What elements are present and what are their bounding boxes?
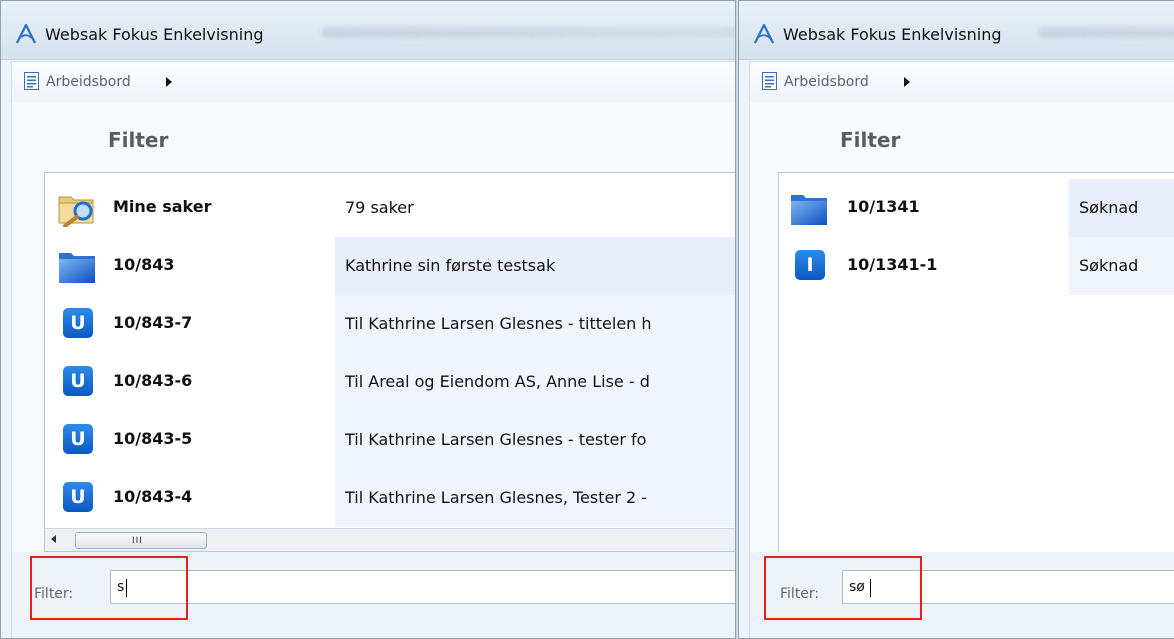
list-item-mine-saker[interactable]: Mine saker 79 saker bbox=[45, 179, 735, 237]
horizontal-scrollbar[interactable]: III bbox=[45, 528, 735, 551]
item-description: Søknad bbox=[1069, 179, 1174, 237]
breadcrumb-arbeidsbord[interactable]: Arbeidsbord bbox=[784, 74, 869, 90]
blue-folder-icon bbox=[59, 253, 95, 283]
results-list: Mine saker 79 saker 10/843 Kathrine sin … bbox=[44, 172, 735, 552]
item-description: Til Areal og Eiendom AS, Anne Lise - d bbox=[335, 353, 735, 411]
item-number: 10/1341 bbox=[847, 197, 920, 216]
scrollbar-thumb[interactable]: III bbox=[75, 532, 207, 549]
breadcrumb: Arbeidsbord bbox=[749, 61, 1174, 103]
item-description: 79 saker bbox=[345, 198, 414, 217]
item-description: Søknad bbox=[1069, 237, 1174, 295]
list-item-10-843-6[interactable]: U 10/843-6 Til Areal og Eiendom AS, Anne… bbox=[45, 353, 735, 411]
window-title: Websak Fokus Enkelvisning bbox=[783, 25, 1002, 44]
filter-input[interactable] bbox=[110, 570, 735, 604]
item-number: 10/843-5 bbox=[113, 429, 193, 448]
breadcrumb-arrow-icon[interactable] bbox=[904, 77, 910, 87]
websak-logo-icon bbox=[16, 23, 36, 44]
item-description: Til Kathrine Larsen Glesnes, Tester 2 - bbox=[335, 469, 735, 527]
breadcrumb: Arbeidsbord bbox=[11, 61, 735, 103]
section-title: Filter bbox=[840, 128, 901, 152]
background-blur bbox=[1039, 27, 1174, 38]
item-number: 10/843-6 bbox=[113, 371, 193, 390]
item-description: Kathrine sin første testsak bbox=[335, 237, 735, 295]
highlight-box bbox=[764, 556, 922, 620]
search-folder-icon bbox=[58, 196, 94, 227]
title-bar: Websak Fokus Enkelvisning bbox=[739, 1, 1174, 60]
item-description: Til Kathrine Larsen Glesnes - tester fo bbox=[335, 411, 735, 469]
incoming-document-icon: I bbox=[795, 250, 825, 280]
item-description: Til Kathrine Larsen Glesnes - tittelen h bbox=[335, 295, 735, 353]
list-item-10-843-5[interactable]: U 10/843-5 Til Kathrine Larsen Glesnes -… bbox=[45, 411, 735, 469]
document-icon bbox=[762, 72, 777, 90]
breadcrumb-arbeidsbord[interactable]: Arbeidsbord bbox=[46, 74, 131, 90]
item-number: 10/843 bbox=[113, 255, 175, 274]
section-title: Filter bbox=[108, 128, 169, 152]
blue-folder-icon bbox=[791, 195, 827, 225]
websak-logo-icon bbox=[754, 23, 774, 44]
title-bar: Websak Fokus Enkelvisning bbox=[1, 1, 735, 60]
list-item-10-843-4[interactable]: U 10/843-4 Til Kathrine Larsen Glesnes, … bbox=[45, 469, 735, 527]
outgoing-document-icon: U bbox=[63, 308, 93, 338]
outgoing-document-icon: U bbox=[63, 424, 93, 454]
list-item-10-843[interactable]: 10/843 Kathrine sin første testsak bbox=[45, 237, 735, 295]
list-item-10-1341[interactable]: 10/1341 Søknad bbox=[779, 179, 1174, 237]
scrollbar-grip: III bbox=[132, 536, 143, 546]
item-number: 10/843-7 bbox=[113, 313, 193, 332]
scroll-left-icon[interactable] bbox=[51, 535, 56, 543]
background-blur bbox=[321, 27, 735, 38]
list-item-10-843-7[interactable]: U 10/843-7 Til Kathrine Larsen Glesnes -… bbox=[45, 295, 735, 353]
breadcrumb-arrow-icon[interactable] bbox=[166, 77, 172, 87]
window-title: Websak Fokus Enkelvisning bbox=[45, 25, 264, 44]
right-window: Websak Fokus Enkelvisning Arbeidsbord Fi… bbox=[738, 0, 1174, 639]
list-item-10-1341-1[interactable]: I 10/1341-1 Søknad bbox=[779, 237, 1174, 295]
outgoing-document-icon: U bbox=[63, 482, 93, 512]
item-number: 10/843-4 bbox=[113, 487, 193, 506]
item-number: Mine saker bbox=[113, 197, 212, 216]
item-number: 10/1341-1 bbox=[847, 255, 938, 274]
document-icon bbox=[24, 72, 39, 90]
outgoing-document-icon: U bbox=[63, 366, 93, 396]
highlight-box bbox=[30, 556, 188, 620]
left-window: Websak Fokus Enkelvisning Arbeidsbord Fi… bbox=[0, 0, 736, 639]
